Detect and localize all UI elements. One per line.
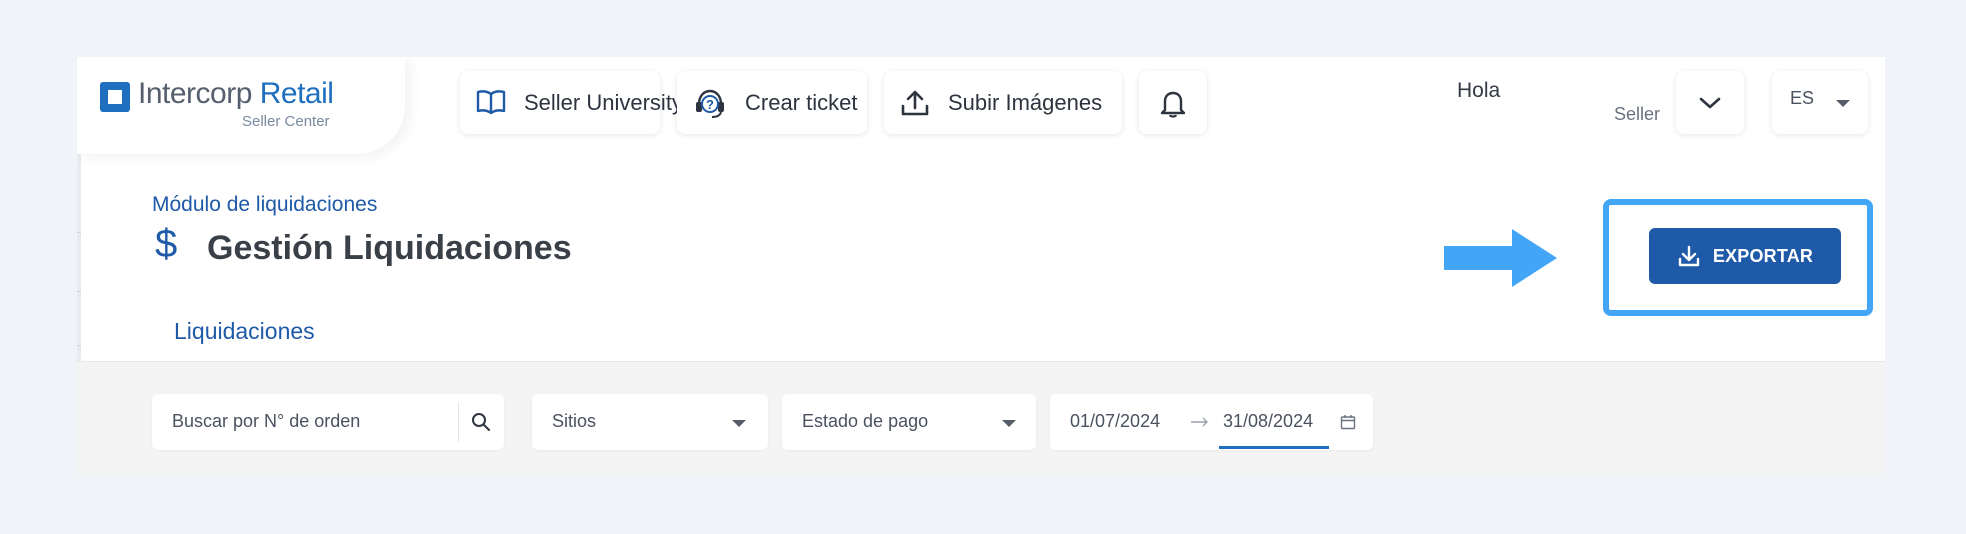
book-icon — [476, 89, 506, 114]
user-greeting: Hola — [1457, 79, 1501, 102]
crear-ticket-button[interactable]: ? Crear ticket — [677, 71, 867, 134]
subir-imagenes-label: Subir Imágenes — [948, 89, 1103, 115]
arrow-right-icon — [1444, 229, 1557, 287]
seller-university-button[interactable]: Seller University — [460, 71, 683, 134]
download-icon — [1678, 245, 1700, 267]
notifications-button[interactable] — [1139, 71, 1207, 134]
headset-help-icon: ? — [696, 89, 724, 118]
svg-text:?: ? — [706, 97, 714, 112]
caret-down-icon — [1836, 100, 1850, 107]
crear-ticket-label: Crear ticket — [745, 89, 858, 115]
language-select[interactable]: ES — [1772, 71, 1868, 134]
seller-university-label: Seller University — [524, 89, 683, 115]
user-menu-toggle[interactable] — [1676, 71, 1744, 134]
calendar-icon[interactable] — [1340, 414, 1356, 430]
payment-status-caret-icon — [1002, 420, 1016, 427]
page-title: Gestión Liquidaciones — [207, 229, 572, 267]
sites-select[interactable]: Sitios — [532, 394, 768, 450]
search-icon[interactable] — [471, 412, 491, 432]
language-value: ES — [1790, 88, 1815, 108]
brand-name-part1: Intercorp — [138, 77, 252, 110]
date-range-picker[interactable]: 01/07/2024 31/08/2024 — [1050, 394, 1373, 450]
export-button[interactable]: EXPORTAR — [1649, 228, 1841, 284]
bell-icon — [1160, 91, 1186, 118]
date-to-input[interactable]: 31/08/2024 — [1223, 411, 1313, 432]
brand-name-part2: Retail — [259, 77, 334, 110]
brand-logo[interactable]: Intercorp Retail Seller Center — [77, 57, 405, 154]
payment-status-value: Estado de pago — [802, 411, 929, 431]
payment-status-select[interactable]: Estado de pago — [782, 394, 1036, 450]
search-divider — [458, 402, 459, 442]
date-from-input[interactable]: 01/07/2024 — [1070, 411, 1160, 432]
brand-subtitle: Seller Center — [242, 113, 330, 130]
brand-mark-icon — [100, 82, 130, 112]
dollar-icon: $ — [155, 222, 178, 266]
sites-caret-icon — [732, 420, 746, 427]
tab-liquidaciones-label: Liquidaciones — [174, 318, 315, 344]
chevron-down-icon — [1699, 97, 1721, 108]
search-input[interactable]: Buscar por N° de orden — [172, 411, 360, 432]
arrow-separator-icon — [1191, 417, 1208, 427]
breadcrumb[interactable]: Módulo de liquidaciones — [152, 193, 377, 217]
app-frame: Intercorp Retail Seller Center Seller Un… — [77, 57, 1885, 475]
upload-icon — [901, 90, 929, 115]
subir-imagenes-button[interactable]: Subir Imágenes — [884, 71, 1122, 134]
user-role: Seller — [1614, 104, 1661, 124]
search-order-field[interactable]: Buscar por N° de orden — [152, 394, 504, 450]
export-label: EXPORTAR — [1712, 245, 1814, 266]
date-to-active-underline — [1219, 446, 1329, 449]
sites-select-value: Sitios — [552, 411, 597, 431]
